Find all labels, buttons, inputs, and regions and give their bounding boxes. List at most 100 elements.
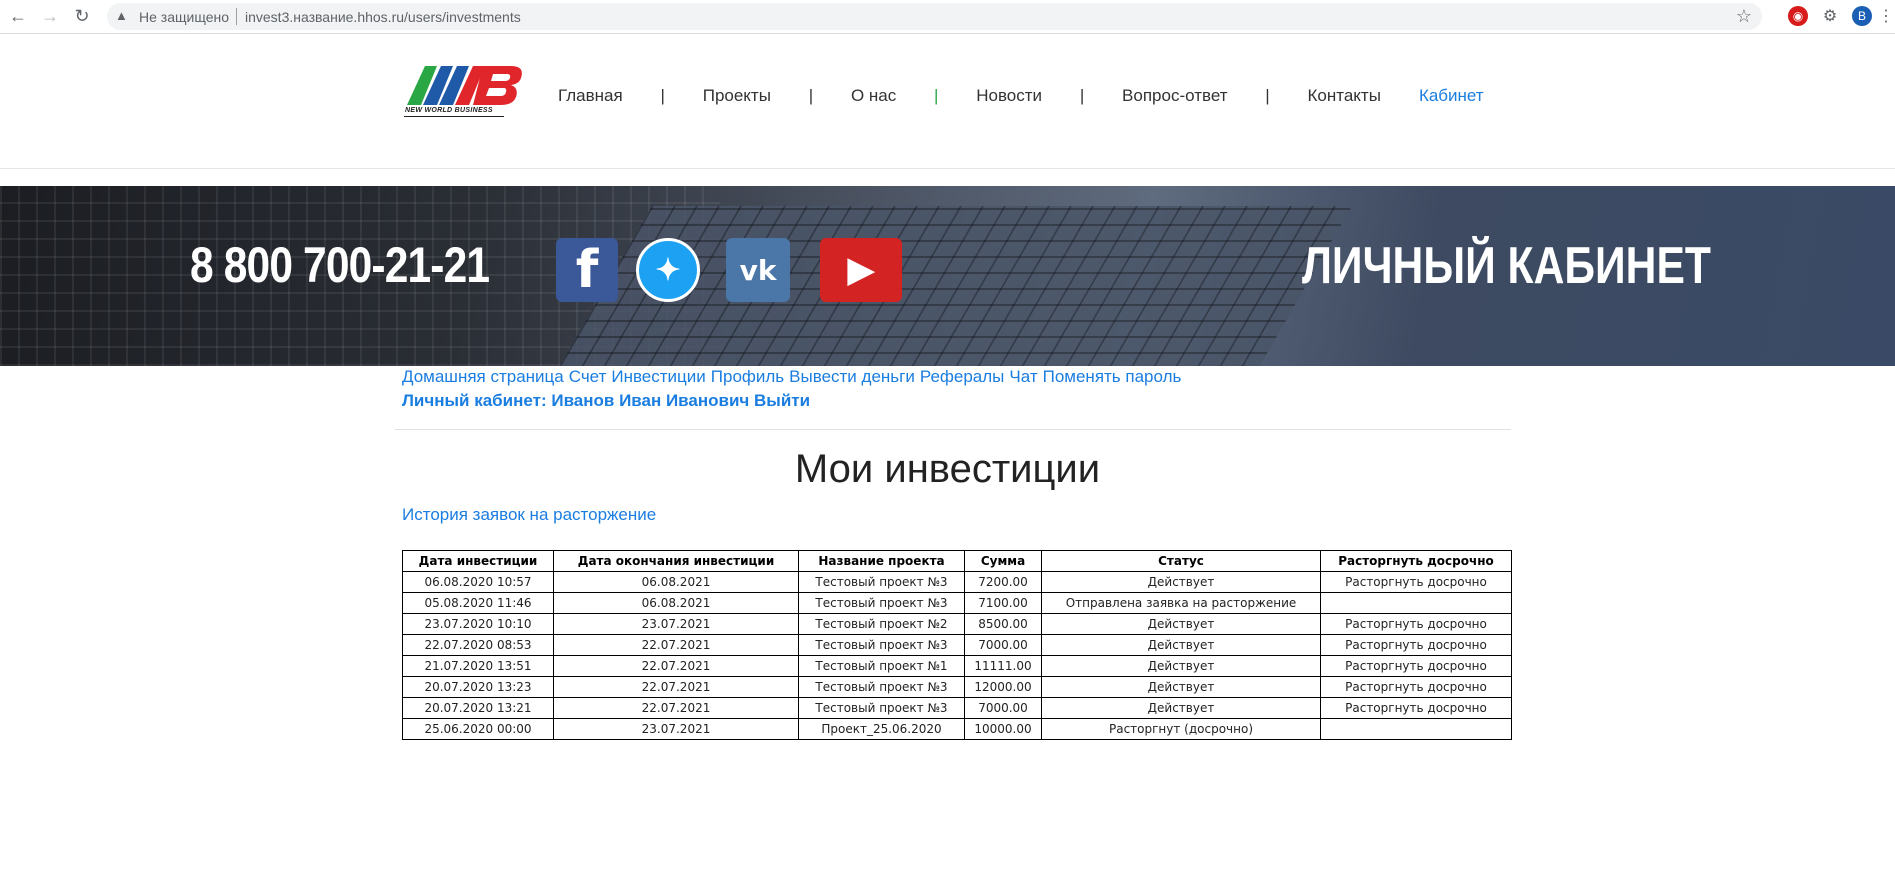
- bookmark-star-icon[interactable]: ☆: [1736, 6, 1752, 27]
- nav-contacts[interactable]: Контакты: [1308, 86, 1381, 106]
- cell-status: Действует: [1041, 571, 1321, 593]
- user-name[interactable]: Иванов Иван Иванович: [551, 391, 749, 410]
- terminate-early-link[interactable]: Расторгнуть досрочно: [1320, 571, 1512, 593]
- terminate-early-link[interactable]: Расторгнуть досрочно: [1320, 655, 1512, 677]
- cell-end-date: 23.07.2021: [553, 613, 799, 635]
- cell-end-date: 06.08.2021: [553, 592, 799, 614]
- account-user-line: Личный кабинет: Иванов Иван Иванович Вый…: [402, 391, 810, 411]
- nav-cabinet[interactable]: Кабинет: [1419, 86, 1484, 106]
- account-divider: [395, 429, 1511, 430]
- url-text[interactable]: invest3.название.hhos.ru/users/investmen…: [245, 9, 521, 25]
- cell-status: Действует: [1041, 613, 1321, 635]
- cell-sum: 10000.00: [964, 718, 1042, 740]
- cell-sum: 7100.00: [964, 592, 1042, 614]
- logout-link[interactable]: Выйти: [754, 391, 810, 410]
- cell-sum: 7000.00: [964, 697, 1042, 719]
- terminate-early-link[interactable]: Расторгнуть досрочно: [1320, 697, 1512, 719]
- hero-banner: 8 800 700-21-21 f ✦ vk ▶ ЛИЧНЫЙ КАБИНЕТ: [0, 186, 1895, 366]
- header-invest-date: Дата инвестиции: [402, 550, 554, 572]
- header-end-date: Дата окончания инвестиции: [553, 550, 799, 572]
- warning-icon: ▲: [115, 8, 128, 23]
- cell-project: Тестовый проект №3: [798, 634, 965, 656]
- acc-link-account[interactable]: Счет: [569, 367, 607, 386]
- acc-link-profile[interactable]: Профиль: [711, 367, 784, 386]
- acc-link-home[interactable]: Домашняя страница: [402, 367, 564, 386]
- cell-invest-date: 05.08.2020 11:46: [402, 592, 554, 614]
- cell-project: Тестовый проект №3: [798, 697, 965, 719]
- cell-end-date: 22.07.2021: [553, 634, 799, 656]
- cell-project: Тестовый проект №3: [798, 571, 965, 593]
- table-row: 22.07.2020 08:53 22.07.2021 Тестовый про…: [402, 634, 1512, 656]
- cell-project: Тестовый проект №3: [798, 676, 965, 698]
- cell-sum: 11111.00: [964, 655, 1042, 677]
- account-navigation: Домашняя страница Счет Инвестиции Профиль Вы…: [402, 367, 1186, 387]
- table-row: 20.07.2020 13:23 22.07.2021 Тестовый про…: [402, 676, 1512, 698]
- acc-link-withdraw[interactable]: Вывести деньги: [789, 367, 915, 386]
- acc-link-investments[interactable]: Инвестиции: [611, 367, 705, 386]
- forward-icon[interactable]: →: [38, 4, 62, 28]
- cell-invest-date: 22.07.2020 08:53: [402, 634, 554, 656]
- table-row: 25.06.2020 00:00 23.07.2021 Проект_25.06…: [402, 718, 1512, 740]
- cell-status: Отправлена заявка на расторжение: [1041, 592, 1321, 614]
- cell-status: Действует: [1041, 655, 1321, 677]
- page-title: Мои инвестиции: [794, 447, 1101, 491]
- cell-invest-date: 20.07.2020 13:23: [402, 676, 554, 698]
- cell-invest-date: 21.07.2020 13:51: [402, 655, 554, 677]
- terminate-early-link[interactable]: Расторгнуть досрочно: [1320, 676, 1512, 698]
- table-row: 23.07.2020 10:10 23.07.2021 Тестовый про…: [402, 613, 1512, 635]
- address-separator: [236, 8, 237, 25]
- logo-text: NEW WORLD BUSINESS: [405, 107, 493, 114]
- investments-table: Дата инвестиции Дата окончания инвестици…: [402, 550, 1512, 740]
- cell-sum: 7000.00: [964, 634, 1042, 656]
- terminate-early-link[interactable]: Расторгнуть досрочно: [1320, 613, 1512, 635]
- nav-news[interactable]: Новости: [976, 86, 1042, 106]
- cell-status: Действует: [1041, 634, 1321, 656]
- phone-number: 8 800 700-21-21: [190, 237, 490, 293]
- security-label: Не защищено: [139, 9, 229, 25]
- cell-sum: 7200.00: [964, 571, 1042, 593]
- reload-icon[interactable]: ↻: [70, 4, 94, 28]
- termination-history-link[interactable]: История заявок на расторжение: [402, 505, 656, 525]
- nav-separator: |: [1079, 86, 1085, 105]
- cell-invest-date: 25.06.2020 00:00: [402, 718, 554, 740]
- nav-about[interactable]: О нас: [851, 86, 896, 106]
- cell-sum: 8500.00: [964, 613, 1042, 635]
- twitter-icon[interactable]: ✦: [636, 238, 700, 302]
- user-prefix: Личный кабинет:: [402, 391, 547, 410]
- table-row: 20.07.2020 13:21 22.07.2021 Тестовый про…: [402, 697, 1512, 719]
- cell-status: Действует: [1041, 676, 1321, 698]
- cell-project: Тестовый проект №1: [798, 655, 965, 677]
- nav-separator: |: [1265, 86, 1270, 105]
- menu-dots-icon[interactable]: ⋮: [1876, 6, 1895, 26]
- vk-icon[interactable]: vk: [726, 238, 790, 302]
- cell-end-date: 22.07.2021: [553, 697, 799, 719]
- cell-end-date: 22.07.2021: [553, 676, 799, 698]
- nav-separator: |: [660, 86, 665, 105]
- profile-avatar[interactable]: B: [1852, 6, 1872, 26]
- extension-red-icon[interactable]: ◉: [1788, 6, 1808, 26]
- cell-invest-date: 23.07.2020 10:10: [402, 613, 554, 635]
- acc-link-referrals[interactable]: Рефералы: [920, 367, 1005, 386]
- cell-project: Проект_25.06.2020: [798, 718, 965, 740]
- back-icon[interactable]: ←: [6, 4, 30, 28]
- header-divider: [0, 168, 1895, 169]
- header-project: Название проекта: [798, 550, 965, 572]
- browser-toolbar: ← → ↻ ▲ Не защищено invest3.название.hho…: [0, 0, 1895, 34]
- nav-projects[interactable]: Проекты: [703, 86, 771, 106]
- cell-sum: 12000.00: [964, 676, 1042, 698]
- youtube-icon[interactable]: ▶: [820, 238, 902, 302]
- cell-invest-date: 06.08.2020 10:57: [402, 571, 554, 593]
- site-logo[interactable]: NEW WORLD BUSINESS: [403, 60, 523, 132]
- cell-end-date: 23.07.2021: [553, 718, 799, 740]
- facebook-icon[interactable]: f: [556, 238, 618, 302]
- acc-link-change-password[interactable]: Поменять пароль: [1043, 367, 1182, 386]
- nav-faq[interactable]: Вопрос-ответ: [1122, 86, 1227, 106]
- banner-title: ЛИЧНЫЙ КАБИНЕТ: [1302, 237, 1711, 295]
- nav-home[interactable]: Главная: [558, 86, 623, 106]
- acc-link-chat[interactable]: Чат: [1009, 367, 1037, 386]
- terminate-early-link[interactable]: Расторгнуть досрочно: [1320, 634, 1512, 656]
- table-header-row: Дата инвестиции Дата окончания инвестици…: [402, 550, 1512, 572]
- extensions-puzzle-icon[interactable]: ⚙: [1820, 6, 1840, 26]
- address-bar[interactable]: ▲ Не защищено invest3.название.hhos.ru/u…: [107, 3, 1762, 30]
- cell-action-empty: [1320, 718, 1512, 740]
